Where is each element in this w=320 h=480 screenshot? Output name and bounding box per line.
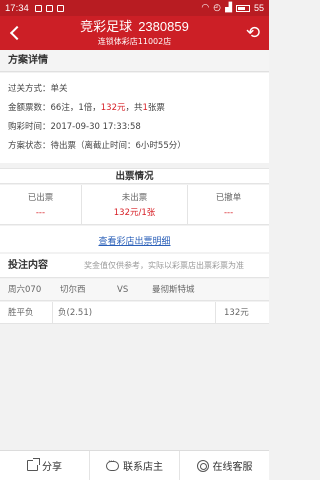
status-time: 17:34 [5,2,29,14]
bottom-action-bar: 分享 联系店主 在线客服 [0,450,269,480]
page-title: 竞彩足球 2380859 [0,19,269,35]
chat-icon [106,457,119,471]
online-service-button[interactable]: 在线客服 [180,451,269,480]
selection: 负(2.51) [58,308,93,318]
issued-cell: 已出票 --- [0,185,82,224]
issue-status-grid: 已出票 --- 未出票 132元/1张 已撤单 --- [0,185,269,225]
share-button[interactable]: 分享 [0,451,90,480]
bet-content-title: 投注内容 [8,260,48,271]
away-team: 曼彻斯特城 [152,285,195,295]
share-icon [27,458,40,471]
plan-status-row: 方案状态：待出票（离截止时间：6小时55分） [8,141,186,151]
plan-details: 过关方式：单关 金额票数：66注，1倍，132元，共1张票 购彩时间：2017-… [0,73,269,163]
play-type: 胜平负 [8,308,34,318]
usb-icon [56,4,64,12]
status-bar: 17:34 ◠ ◴ ▟ 55 [0,0,269,16]
order-number: 2380859 [138,19,189,34]
wifi-icon: ◠ [201,3,210,13]
match-row: 周六070 切尔西 VS 曼彻斯特城 [0,279,269,301]
plan-section-title: 方案详情 [0,50,269,72]
app-header: 竞彩足球 2380859 连锁体彩店11002店 ⟲ [0,16,269,50]
shield-icon [45,4,53,12]
battery-percent: 55 [253,3,264,13]
buy-time-row: 购彩时间：2017-09-30 17:33:58 [8,122,141,132]
signal-icon: ▟ [225,3,232,13]
bet-content-header: 投注内容 奖金值仅供参考，实际以彩票店出票彩票为准 [0,254,269,278]
issue-status-title: 出票情况 [0,168,269,184]
lottery-name: 竞彩足球 [80,19,133,34]
pass-type-row: 过关方式：单关 [8,84,68,94]
home-team: 切尔西 [60,285,86,295]
match-number: 周六070 [8,285,42,295]
refresh-icon: ⟲ [245,23,261,43]
pick-row: 胜平负 负(2.51) 132元 [0,302,269,324]
unissued-cell: 未出票 132元/1张 [82,185,189,224]
amount-row: 金额票数：66注，1倍，132元，共1张票 [8,103,165,113]
alarm-icon: ◴ [213,3,222,13]
bonus-note: 奖金值仅供参考，实际以彩票店出票彩票为准 [84,261,244,270]
refresh-button[interactable]: ⟲ [244,24,262,42]
store-ticket-detail-link[interactable]: 查看彩店出票明细 [98,237,170,247]
store-name: 连锁体彩店11002店 [97,37,172,46]
contact-owner-button[interactable]: 联系店主 [90,451,180,480]
battery-icon [235,4,250,12]
cancelled-cell: 已撤单 --- [215,193,242,218]
customer-service-icon [196,459,209,472]
notification-icon [34,4,42,12]
bet-amount: 132元 [224,308,249,318]
vs-label: VS [117,285,129,295]
